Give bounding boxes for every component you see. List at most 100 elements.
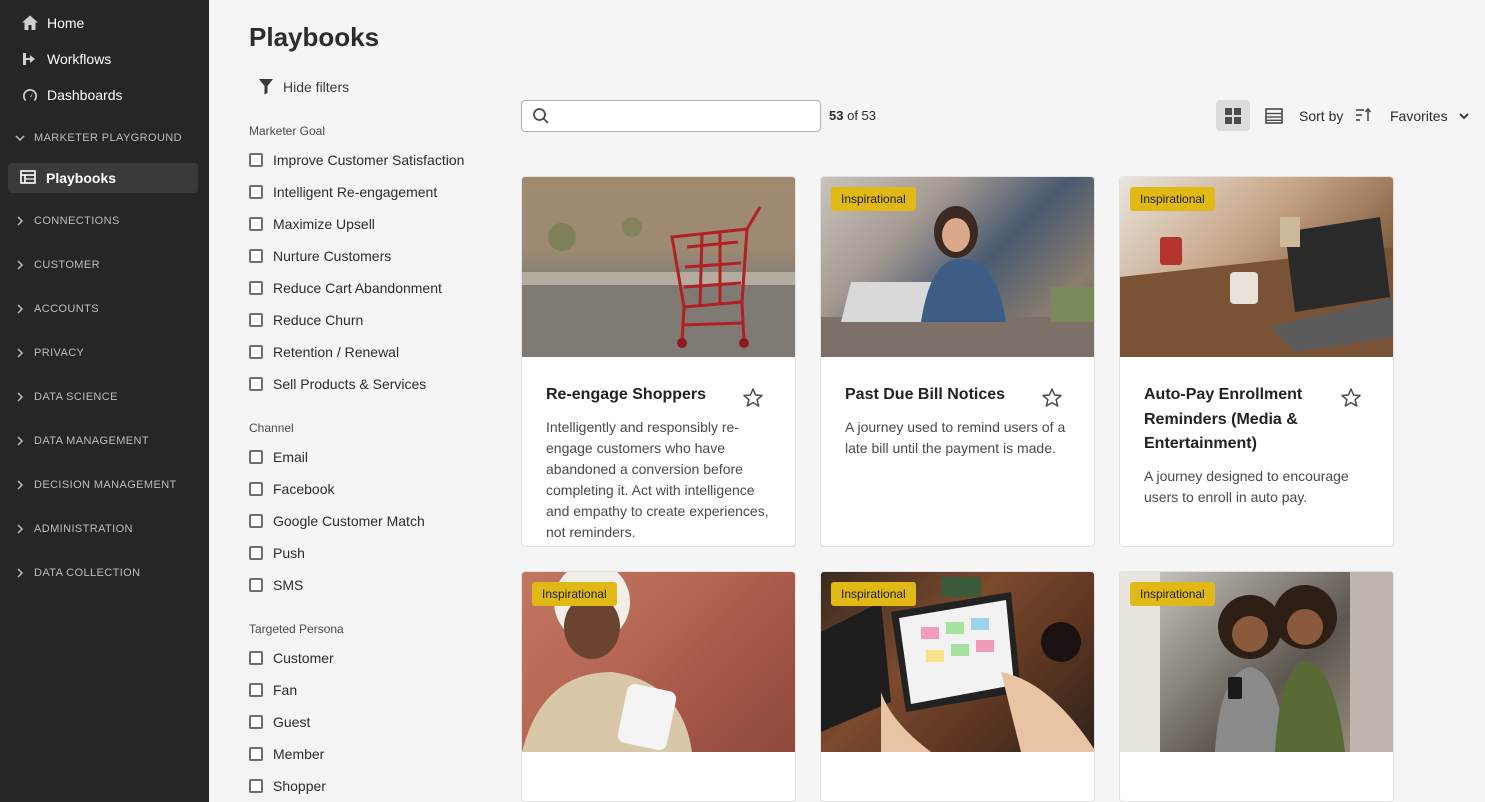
- nav-playbooks-label: Playbooks: [46, 170, 117, 186]
- nav-workflows[interactable]: Workflows: [0, 41, 209, 77]
- nav-section[interactable]: ADMINISTRATION: [0, 507, 209, 551]
- filter-checkbox[interactable]: [249, 249, 263, 263]
- filter-checkbox[interactable]: [249, 153, 263, 167]
- chevron-right-icon: [14, 216, 26, 226]
- list-view-button[interactable]: [1262, 104, 1286, 128]
- filter-checkbox[interactable]: [249, 651, 263, 665]
- grid-icon: [1225, 107, 1241, 124]
- filter-checkbox[interactable]: [249, 281, 263, 295]
- nav-section[interactable]: ACCOUNTS: [0, 287, 209, 331]
- filter-option[interactable]: Sell Products & Services: [249, 368, 489, 400]
- playbook-card[interactable]: Inspirational: [521, 571, 796, 802]
- filter-option[interactable]: Fan: [249, 674, 489, 706]
- chevron-right-icon: [14, 348, 26, 358]
- filter-option-label: Nurture Customers: [273, 248, 392, 264]
- nav-section[interactable]: CUSTOMER: [0, 243, 209, 287]
- filter-option[interactable]: Nurture Customers: [249, 240, 489, 272]
- filter-option[interactable]: SMS: [249, 569, 489, 601]
- grid-view-button[interactable]: [1216, 100, 1250, 131]
- filter-option[interactable]: Retention / Renewal: [249, 336, 489, 368]
- playbook-card[interactable]: Inspirational Auto-Pay Enrollment Remind…: [1119, 176, 1394, 547]
- card-title: Past Due Bill Notices: [845, 386, 1006, 403]
- playbook-card[interactable]: Inspirational Past Due Bill Notices A jo…: [820, 176, 1095, 547]
- hide-filters-button[interactable]: Hide filters: [258, 78, 349, 95]
- filter-checkbox[interactable]: [249, 377, 263, 391]
- filter-group-title: Targeted Persona: [249, 622, 344, 636]
- nav-home[interactable]: Home: [0, 5, 209, 41]
- filter-checkbox[interactable]: [249, 514, 263, 528]
- card-image: Inspirational: [1120, 177, 1393, 357]
- filter-option[interactable]: Google Customer Match: [249, 505, 489, 537]
- sort-dropdown[interactable]: Favorites: [1390, 108, 1470, 124]
- nav-section-label: ADMINISTRATION: [34, 523, 133, 535]
- playbook-card[interactable]: Inspirational: [820, 571, 1095, 802]
- filter-option[interactable]: Reduce Churn: [249, 304, 489, 336]
- sort-label: Sort by: [1299, 108, 1344, 124]
- nav-dashboards-label: Dashboards: [47, 87, 123, 103]
- filter-checkbox[interactable]: [249, 546, 263, 560]
- home-icon: [20, 13, 40, 33]
- filter-checkbox[interactable]: [249, 217, 263, 231]
- filter-option-label: Facebook: [273, 481, 335, 497]
- nav-section-label: CUSTOMER: [34, 259, 100, 271]
- filter-option-label: Fan: [273, 682, 298, 698]
- result-count: 53 of 53: [829, 108, 876, 123]
- list-icon: [1265, 108, 1283, 124]
- filter-checkbox[interactable]: [249, 450, 263, 464]
- filters-panel: Marketer Goal Improve Customer Satisfacti…: [249, 124, 489, 802]
- filter-option[interactable]: Maximize Upsell: [249, 208, 489, 240]
- filter-checkbox[interactable]: [249, 345, 263, 359]
- favorite-star-icon[interactable]: [742, 387, 764, 409]
- filter-option[interactable]: Facebook: [249, 473, 489, 505]
- nav-section[interactable]: DATA MANAGEMENT: [0, 419, 209, 463]
- card-image: Inspirational: [821, 177, 1094, 357]
- nav-section[interactable]: PRIVACY: [0, 331, 209, 375]
- card-description: Intelligently and responsibly re-engage …: [546, 418, 769, 540]
- filter-option[interactable]: Shopper: [249, 770, 489, 802]
- filter-option[interactable]: Guest: [249, 706, 489, 738]
- card-title: Re-engage Shoppers: [546, 386, 707, 403]
- filter-option[interactable]: Customer: [249, 642, 489, 674]
- filter-checkbox[interactable]: [249, 779, 263, 793]
- playbook-card[interactable]: Inspirational: [1119, 571, 1394, 802]
- nav-dashboards[interactable]: Dashboards: [0, 77, 209, 113]
- card-image: Inspirational: [1120, 572, 1393, 752]
- filter-checkbox[interactable]: [249, 715, 263, 729]
- card-badge: Inspirational: [1130, 582, 1215, 606]
- nav-section-label: DATA MANAGEMENT: [34, 435, 149, 447]
- filter-checkbox[interactable]: [249, 482, 263, 496]
- filter-checkbox[interactable]: [249, 747, 263, 761]
- search-box[interactable]: [521, 100, 821, 132]
- filter-option[interactable]: Member: [249, 738, 489, 770]
- filter-checkbox[interactable]: [249, 185, 263, 199]
- nav-section[interactable]: DATA SCIENCE: [0, 375, 209, 419]
- filter-option[interactable]: Email: [249, 441, 489, 473]
- nav-playbooks[interactable]: Playbooks: [8, 163, 198, 193]
- filter-option-label: Guest: [273, 714, 311, 730]
- nav-section[interactable]: CONNECTIONS: [0, 199, 209, 243]
- filter-checkbox[interactable]: [249, 683, 263, 697]
- nav-section-marketer-playground[interactable]: MARKETER PLAYGROUND: [0, 113, 209, 163]
- card-image: Inspirational: [522, 572, 795, 752]
- gauge-icon: [20, 85, 40, 105]
- chevron-right-icon: [14, 436, 26, 446]
- filter-option[interactable]: Reduce Cart Abandonment: [249, 272, 489, 304]
- favorite-star-icon[interactable]: [1041, 387, 1063, 409]
- chevron-right-icon: [14, 568, 26, 578]
- search-input[interactable]: [558, 102, 820, 130]
- playbook-card[interactable]: Re-engage Shoppers Intelligently and res…: [521, 176, 796, 547]
- nav-section[interactable]: DECISION MANAGEMENT: [0, 463, 209, 507]
- filter-option[interactable]: Improve Customer Satisfaction: [249, 144, 489, 176]
- filter-checkbox[interactable]: [249, 578, 263, 592]
- sort-order-icon[interactable]: [1354, 106, 1372, 129]
- favorite-star-icon[interactable]: [1340, 387, 1362, 409]
- filter-group-title: Marketer Goal: [249, 124, 326, 138]
- nav-section-label: DECISION MANAGEMENT: [34, 479, 177, 491]
- filter-checkbox[interactable]: [249, 313, 263, 327]
- nav-section[interactable]: DATA COLLECTION: [0, 551, 209, 595]
- filter-option[interactable]: Intelligent Re-engagement: [249, 176, 489, 208]
- chevron-down-icon: [14, 133, 26, 143]
- filter-option[interactable]: Push: [249, 537, 489, 569]
- filter-option-label: Maximize Upsell: [273, 216, 375, 232]
- nav-section-label: PRIVACY: [34, 347, 85, 359]
